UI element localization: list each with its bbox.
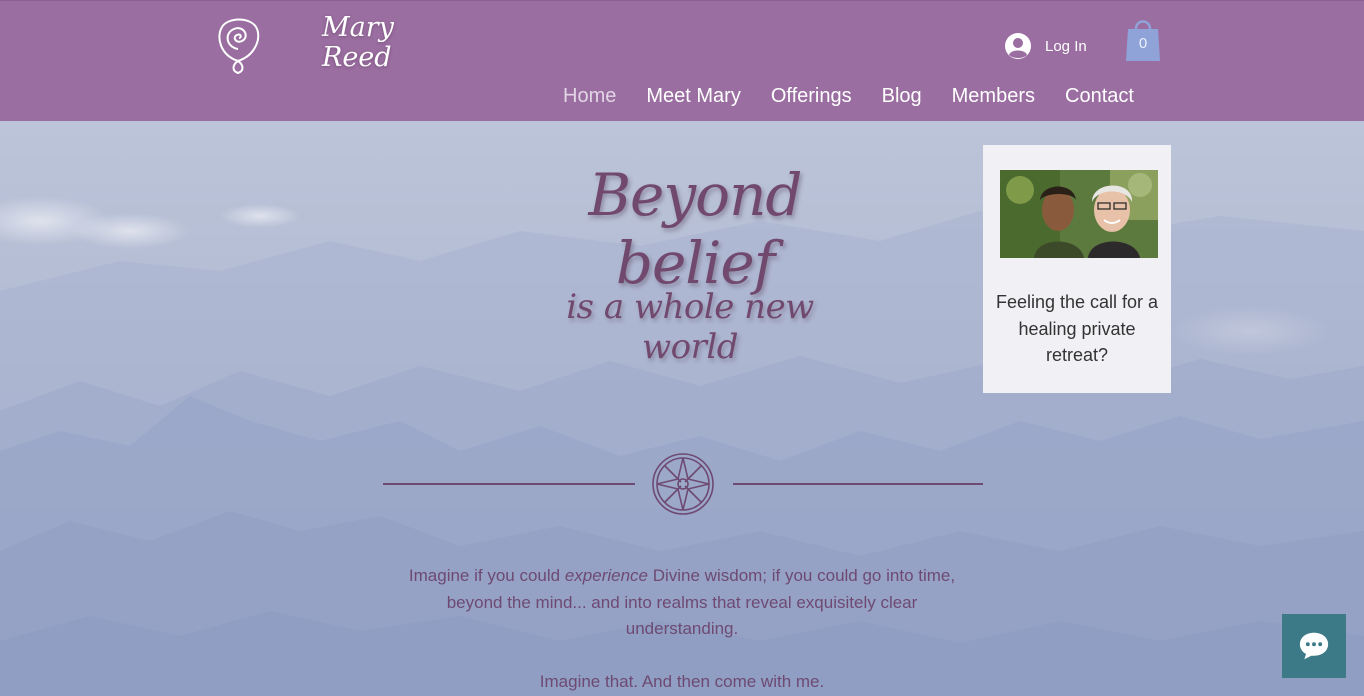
nav-item-blog[interactable]: Blog <box>867 85 937 108</box>
user-avatar-icon <box>1005 33 1031 59</box>
body-text-paragraph-2: Imagine that. And then come with me. <box>539 671 825 691</box>
retreat-promo-card[interactable]: Feeling the call for a healing private r… <box>983 145 1171 393</box>
body-text-start: Imagine if you could <box>408 566 565 585</box>
nav-item-contact[interactable]: Contact <box>1050 85 1149 108</box>
divider-left <box>383 483 635 485</box>
brand-line-1: Mary <box>322 12 394 43</box>
nav-item-home[interactable]: Home <box>548 85 631 108</box>
promo-text: Feeling the call for a healing private r… <box>995 292 1159 365</box>
spiral-drop-icon[interactable] <box>212 15 264 77</box>
main-nav: Home Meet Mary Offerings Blog Members Co… <box>548 85 1149 108</box>
hero-body-text: Imagine if you could experience Divine w… <box>392 563 972 695</box>
compass-rose-icon <box>652 453 714 515</box>
brand-name[interactable]: Mary Reed <box>322 13 394 73</box>
nav-item-members[interactable]: Members <box>937 85 1050 108</box>
login-label: Log In <box>1045 37 1087 55</box>
retreat-photo <box>1000 170 1158 258</box>
hero-headline: Beyond belief <box>588 161 802 297</box>
cart-count: 0 <box>1138 35 1148 52</box>
nav-item-meet-mary[interactable]: Meet Mary <box>631 85 755 108</box>
site-header: Mary Reed Log In 0 Home Meet Mary Offeri… <box>0 0 1364 121</box>
nav-item-offerings[interactable]: Offerings <box>756 85 867 108</box>
hero-subhead: is a whole new world <box>566 287 814 367</box>
divider-right <box>733 483 983 485</box>
chat-bubble-icon <box>1299 632 1329 660</box>
cart-button[interactable]: 0 <box>1124 17 1162 63</box>
body-text-emphasis: experience <box>564 566 648 585</box>
login-button[interactable]: Log In <box>1004 32 1087 60</box>
brand-line-2: Reed <box>322 42 392 73</box>
chat-button[interactable] <box>1282 614 1346 678</box>
